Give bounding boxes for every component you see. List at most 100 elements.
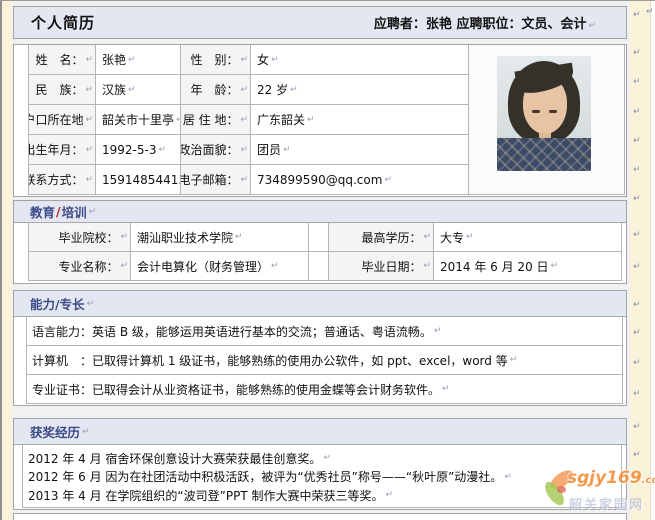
page-left-edge xyxy=(0,1,2,520)
awards-body: 2012 年 4 月 宿舍环保创意设计大赛荣获最佳创意奖。↵ 2012 年 6 … xyxy=(22,445,622,508)
paragraph-mark-icon: ↵ xyxy=(120,232,128,242)
paragraph-mark-icon: ↵ xyxy=(633,422,641,432)
paragraph-mark-icon: ↵ xyxy=(240,55,248,65)
page-title: 个人简历 xyxy=(31,12,95,33)
paragraph-mark-icon: ↵ xyxy=(240,145,248,155)
paragraph-mark-icon: ↵ xyxy=(551,261,559,271)
education-section: 教育/培训↵ 毕业院校：↵ 潮汕职业技术学院↵ 最高学历：↵ 大专↵ 专业名称：… xyxy=(13,200,627,284)
field-label-phone: 联系方式：↵ xyxy=(28,165,96,195)
field-label-ethnicity: 民 族：↵ xyxy=(28,75,96,105)
field-value-major: 会计电算化（财务管理）↵ xyxy=(131,252,309,281)
paragraph-mark-icon: ↵ xyxy=(85,55,93,65)
field-value-name: 张艳↵ xyxy=(96,45,181,75)
ability-row-certificate: 专业证书：已取得会计从业资格证书，能够熟练的使用金蝶等会计财务软件。↵ xyxy=(26,375,623,404)
paragraph-mark-icon: ↵ xyxy=(283,145,291,155)
resume-title-bar: 个人简历 应聘者：张艳 应聘职位：文员、会计↵ xyxy=(13,6,627,39)
watermark-petal-icon xyxy=(557,486,566,493)
abilities-rows: 语言能力：英语 B 级，能够运用英语进行基本的交流；普通话、粤语流畅。↵ 计算机… xyxy=(26,317,623,404)
watermark-site-name: sgjy169.com xyxy=(567,468,655,488)
paragraph-mark-icon: ↵ xyxy=(240,85,248,95)
awards-section-header: 获奖经历↵ xyxy=(14,419,626,445)
spacer-cell xyxy=(309,223,329,252)
field-value-current-residence: 广东韶关↵ xyxy=(251,105,469,135)
field-label-gender: 性 别：↵ xyxy=(181,45,251,75)
next-section-cutoff xyxy=(13,513,627,520)
photo-eye xyxy=(549,110,557,113)
education-table: 毕业院校：↵ 潮汕职业技术学院↵ 最高学历：↵ 大专↵ 专业名称：↵ 会计电算化… xyxy=(28,223,622,281)
paragraph-mark-icon: ↵ xyxy=(128,55,136,65)
paragraph-mark-icon: ↵ xyxy=(85,175,93,185)
paragraph-mark-icon: ↵ xyxy=(633,262,641,272)
paragraph-mark-icon: ↵ xyxy=(633,194,641,204)
paragraph-mark-icon: ↵ xyxy=(633,165,641,175)
photo-plaid-shirt xyxy=(497,138,591,171)
red-slash: / xyxy=(55,204,62,219)
paragraph-mark-icon: ↵ xyxy=(235,232,243,242)
watermark-domain-suffix: .com xyxy=(642,475,655,486)
ability-row-computer: 计算机 ：已取得计算机 1 级证书，能够熟练的使用办公软件，如 ppt、exce… xyxy=(26,346,623,375)
watermark-site-name-chinese: 韶关家园网 xyxy=(569,494,644,513)
paragraph-mark-icon: ↵ xyxy=(85,145,93,155)
spacer-cell xyxy=(309,252,329,281)
field-value-political-status: 团员↵ xyxy=(251,135,469,165)
field-value-graduation-date: 2014 年 6 月 20 日↵ xyxy=(434,252,622,281)
field-label-major: 专业名称：↵ xyxy=(28,252,131,281)
photo-eye xyxy=(532,110,540,113)
paragraph-mark-icon: ↵ xyxy=(423,232,431,242)
field-label-graduation-date: 毕业日期：↵ xyxy=(329,252,434,281)
field-value-phone: 15914854413↵ xyxy=(96,165,181,195)
field-value-residence-registration: 韶关市十里亭↵ xyxy=(96,105,181,135)
resume-document-page: 个人简历 应聘者：张艳 应聘职位：文员、会计↵ 姓 名：↵ 张艳↵ 性 别：↵ … xyxy=(0,0,655,520)
paragraph-mark-icon: ↵ xyxy=(89,207,97,217)
paragraph-mark-icon: ↵ xyxy=(633,136,641,146)
paragraph-mark-icon: ↵ xyxy=(85,115,93,125)
award-line: 2012 年 4 月 宿舍环保创意设计大赛荣获最佳创意奖。↵ xyxy=(28,449,621,468)
education-section-header: 教育/培训↵ xyxy=(14,201,626,223)
field-value-degree: 大专↵ xyxy=(434,223,622,252)
field-label-birthdate: 出生年月：↵ xyxy=(28,135,96,165)
paragraph-mark-icon: ↵ xyxy=(240,115,248,125)
field-label-age: 年 龄：↵ xyxy=(181,75,251,105)
paragraph-mark-icon: ↵ xyxy=(82,427,90,437)
paragraph-mark-icon: ↵ xyxy=(633,48,641,58)
field-value-gender: 女↵ xyxy=(251,45,469,75)
field-value-school: 潮汕职业技术学院↵ xyxy=(131,223,309,252)
paragraph-mark-icon: ↵ xyxy=(646,7,654,17)
ability-row-language: 语言能力：英语 B 级，能够运用英语进行基本的交流；普通话、粤语流畅。↵ xyxy=(26,317,623,346)
paragraph-mark-icon: ↵ xyxy=(442,384,450,394)
field-label-political-status: 政治面貌：↵ xyxy=(181,135,251,165)
paragraph-mark-icon: ↵ xyxy=(633,230,641,240)
paragraph-mark-icon: ↵ xyxy=(633,450,641,460)
paragraph-mark-icon: ↵ xyxy=(633,10,641,20)
paragraph-mark-icon: ↵ xyxy=(307,115,315,125)
paragraph-mark-icon: ↵ xyxy=(633,300,641,310)
page-right-strip xyxy=(650,1,655,520)
paragraph-mark-icon: ↵ xyxy=(510,355,518,365)
award-line: 2013 年 4 月 在学院组织的“波司登”PPT 制作大赛中荣获三等奖。↵ xyxy=(28,486,621,505)
paragraph-mark-icon: ↵ xyxy=(633,77,641,87)
field-label-residence-registration: 户口所在地↵ xyxy=(28,105,96,135)
field-value-age: 22 岁↵ xyxy=(251,75,469,105)
paragraph-mark-icon: ↵ xyxy=(323,453,331,463)
personal-info-table: 姓 名：↵ 张艳↵ 性 别：↵ 女↵ 民 族：↵ 汉族↵ 年 龄：↵ 22 岁↵ xyxy=(28,45,625,195)
paragraph-mark-icon: ↵ xyxy=(271,261,279,271)
personal-info-section: 姓 名：↵ 张艳↵ 性 别：↵ 女↵ 民 族：↵ 汉族↵ 年 龄：↵ 22 岁↵ xyxy=(13,44,627,197)
field-value-ethnicity: 汉族↵ xyxy=(96,75,181,105)
field-value-email: 734899590@qq.com↵ xyxy=(251,165,469,195)
abilities-section-header: 能力/专长↵ xyxy=(14,291,626,317)
paragraph-mark-icon: ↵ xyxy=(85,85,93,95)
paragraph-mark-icon: ↵ xyxy=(87,299,95,309)
awards-section: 获奖经历↵ 2012 年 4 月 宿舍环保创意设计大赛荣获最佳创意奖。↵ 201… xyxy=(13,418,627,510)
paragraph-mark-icon: ↵ xyxy=(633,107,641,117)
paragraph-mark-icon: ↵ xyxy=(633,328,641,338)
award-line: 2012 年 6 月 因为在社团活动中积极活跃，被评为“优秀社员”称号——“秋叶… xyxy=(28,468,621,487)
paragraph-mark-icon: ↵ xyxy=(386,490,394,500)
field-label-name: 姓 名：↵ xyxy=(28,45,96,75)
site-watermark: sgjy169.com 韶关家园网 xyxy=(543,467,655,519)
paragraph-mark-icon: ↵ xyxy=(271,55,279,65)
field-label-email: 电子邮箱：↵ xyxy=(181,165,251,195)
paragraph-mark-icon: ↵ xyxy=(504,472,512,482)
applicant-position-text: 应聘者：张艳 应聘职位：文员、会计 xyxy=(374,17,587,32)
paragraph-mark-icon: ↵ xyxy=(290,85,298,95)
paragraph-mark-icon: ↵ xyxy=(588,21,596,31)
